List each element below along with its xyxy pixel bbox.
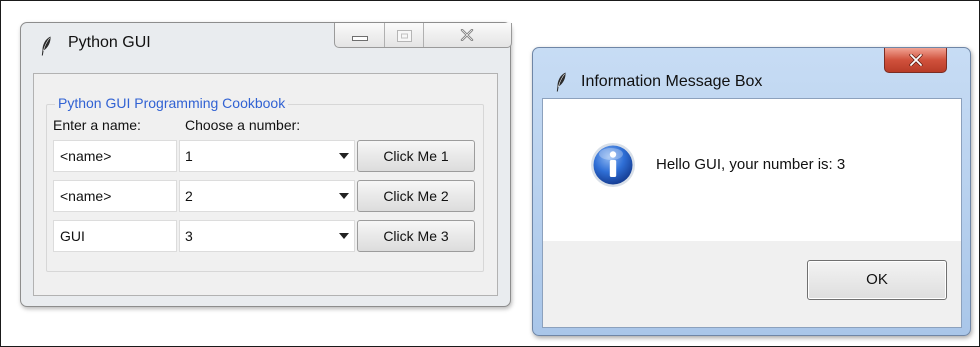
minimize-icon [352, 36, 368, 41]
number-label: Choose a number: [185, 117, 301, 133]
information-message-box: Information Message Box Hello GUI, your … [532, 47, 971, 336]
maximize-button[interactable] [385, 23, 424, 47]
number-combobox-3[interactable]: 3 [179, 220, 355, 252]
window-title: Python GUI [68, 34, 151, 51]
message-area: Hello GUI, your number is: 3 [543, 99, 961, 241]
number-combobox-2[interactable]: 2 [179, 180, 355, 212]
maximize-icon [397, 30, 413, 42]
title-bar[interactable]: Python GUI [21, 23, 512, 67]
cookbook-labelframe: Python GUI Programming Cookbook Enter a … [46, 95, 484, 272]
caption-buttons [334, 23, 512, 48]
click-me-1-button[interactable]: Click Me 1 [357, 140, 475, 172]
info-icon [591, 143, 635, 187]
combobox-value: 3 [185, 228, 193, 244]
click-me-2-button[interactable]: Click Me 2 [357, 180, 475, 212]
name-entry-2[interactable]: <name> [53, 180, 177, 212]
labelframe-title: Python GUI Programming Cookbook [55, 95, 289, 111]
feather-icon [41, 36, 51, 56]
name-entry-1[interactable]: <name> [53, 140, 177, 172]
message-box-title: Information Message Box [581, 73, 763, 90]
minimize-button[interactable] [335, 23, 386, 47]
close-icon [460, 29, 474, 41]
close-icon [909, 54, 923, 66]
feather-icon [556, 72, 566, 92]
dropdown-arrow-icon[interactable] [339, 233, 349, 239]
message-text: Hello GUI, your number is: 3 [656, 156, 846, 173]
message-box-client: Hello GUI, your number is: 3 OK [542, 98, 962, 328]
close-window-button[interactable] [424, 23, 511, 47]
python-gui-window: Python GUI Python GUI Programming Cookbo… [20, 22, 512, 307]
dropdown-arrow-icon[interactable] [339, 193, 349, 199]
combobox-value: 2 [185, 188, 193, 204]
name-entry-3[interactable]: GUI [53, 220, 177, 252]
combobox-value: 1 [185, 148, 193, 164]
close-message-box-button[interactable] [884, 48, 947, 73]
click-me-3-button[interactable]: Click Me 3 [357, 220, 475, 252]
name-label: Enter a name: [53, 117, 141, 133]
ok-button[interactable]: OK [807, 260, 947, 300]
number-combobox-1[interactable]: 1 [179, 140, 355, 172]
client-area: Python GUI Programming Cookbook Enter a … [33, 73, 498, 296]
dropdown-arrow-icon[interactable] [339, 153, 349, 159]
